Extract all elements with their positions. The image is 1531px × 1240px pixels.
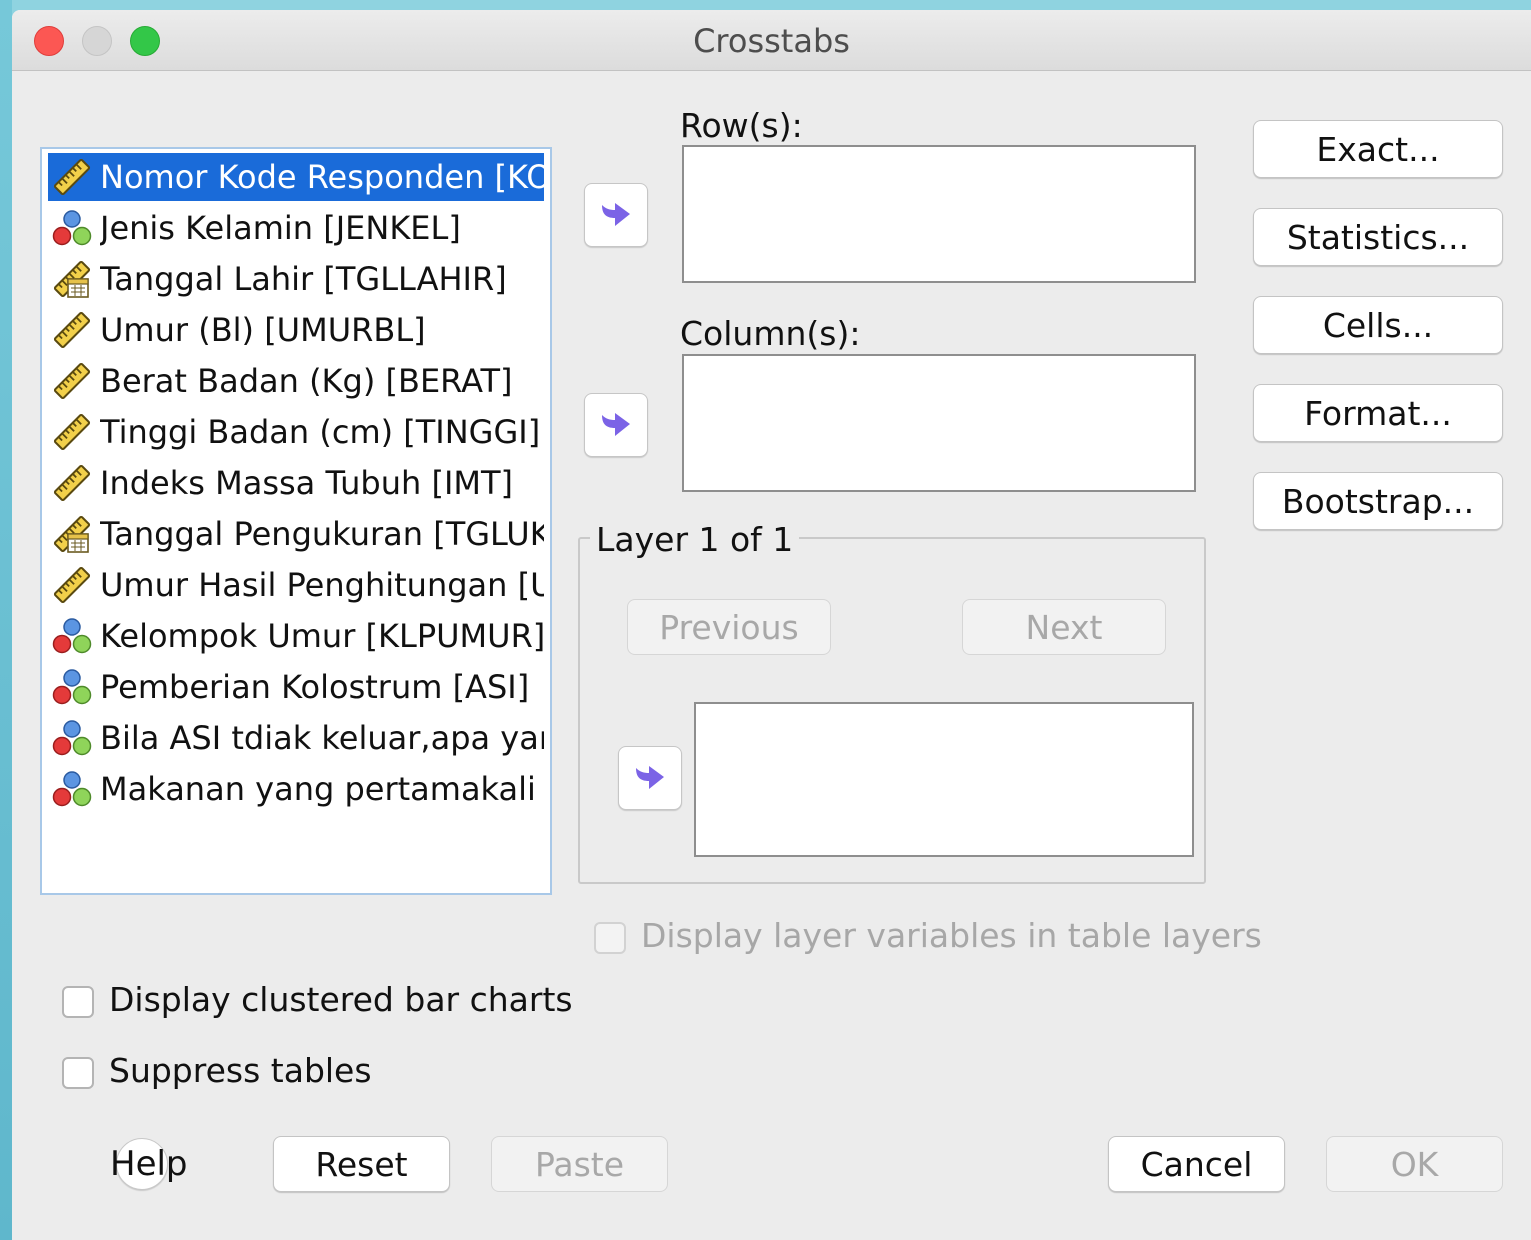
scale-ruler-icon [52,565,92,605]
variable-label: Jenis Kelamin [JENKEL] [100,209,461,247]
help-label: Help [110,1144,188,1184]
source-variable-list[interactable]: Nomor Kode Responden [KO... Jenis Kelamin… [40,147,552,895]
window-title: Crosstabs [693,22,850,60]
variable-item[interactable]: Tanggal Lahir [TGLLAHIR] [48,255,544,303]
ok-button[interactable]: OK [1326,1136,1503,1192]
variable-item[interactable]: Tanggal Pengukuran [TGLUK... [48,510,544,558]
paste-button[interactable]: Paste [491,1136,668,1192]
variable-label: Tanggal Pengukuran [TGLUK... [100,515,544,553]
suppress-tables-checkbox[interactable] [62,1057,94,1089]
next-layer-button[interactable]: Next [962,599,1166,655]
nominal-icon [52,718,92,758]
nominal-icon [52,667,92,707]
variable-label: Berat Badan (Kg) [BERAT] [100,362,513,400]
variable-label: Bila ASI tdiak keluar,apa yang... [100,719,544,757]
nominal-icon [52,769,92,809]
variable-item[interactable]: Makanan yang pertamakali di... [48,765,544,813]
variable-label: Nomor Kode Responden [KO... [100,158,544,196]
variable-item[interactable]: Bila ASI tdiak keluar,apa yang... [48,714,544,762]
display-layer-label: Display layer variables in table layers [641,916,1262,955]
format-button[interactable]: Format... [1253,384,1503,442]
bootstrap-button[interactable]: Bootstrap... [1253,472,1503,530]
variable-item[interactable]: Nomor Kode Responden [KO... [48,153,544,201]
columns-target-list[interactable] [682,354,1196,492]
nominal-icon [52,208,92,248]
variable-item[interactable]: Jenis Kelamin [JENKEL] [48,204,544,252]
right-arrow-icon [602,203,630,226]
date-ruler-icon [52,259,92,299]
rows-target-list[interactable] [682,145,1196,283]
variable-label: Umur Hasil Penghitungan [UM... [100,566,544,604]
variable-label: Umur (Bl) [UMURBL] [100,311,426,349]
reset-button[interactable]: Reset [273,1136,450,1192]
background-edge [0,0,12,1240]
variable-label: Makanan yang pertamakali di... [100,770,544,808]
titlebar: Crosstabs [12,10,1531,71]
variable-label: Kelompok Umur [KLPUMUR] [100,617,544,655]
layer-target-list[interactable] [694,702,1194,857]
variable-label: Indeks Massa Tubuh [IMT] [100,464,514,502]
cells-button[interactable]: Cells... [1253,296,1503,354]
move-to-rows-button[interactable] [584,183,648,247]
variable-label: Tanggal Lahir [TGLLAHIR] [100,260,507,298]
move-to-layer-button[interactable] [618,746,682,810]
right-arrow-icon [636,766,664,789]
date-ruler-icon [52,514,92,554]
scale-ruler-icon [52,463,92,503]
columns-label: Column(s): [680,314,861,353]
variable-item[interactable]: Pemberian Kolostrum [ASI] [48,663,544,711]
crosstabs-dialog: Crosstabs Nomor Kode Responden [KO... Jen… [12,10,1531,1240]
clustered-bar-checkbox[interactable] [62,986,94,1018]
variable-item[interactable]: Berat Badan (Kg) [BERAT] [48,357,544,405]
scale-ruler-icon [52,361,92,401]
layer-title: Layer 1 of 1 [590,520,800,559]
cancel-button[interactable]: Cancel [1108,1136,1285,1192]
variable-label: Pemberian Kolostrum [ASI] [100,668,530,706]
exact-button[interactable]: Exact... [1253,120,1503,178]
variable-label: Tinggi Badan (cm) [TINGGI] [100,413,541,451]
display-layer-checkbox[interactable] [594,922,626,954]
nominal-icon [52,616,92,656]
variable-item[interactable]: Umur Hasil Penghitungan [UM... [48,561,544,609]
statistics-button[interactable]: Statistics... [1253,208,1503,266]
rows-label: Row(s): [680,106,803,145]
variable-item[interactable]: Tinggi Badan (cm) [TINGGI] [48,408,544,456]
scale-ruler-icon [52,412,92,452]
suppress-tables-label: Suppress tables [109,1051,372,1090]
variable-item[interactable]: Indeks Massa Tubuh [IMT] [48,459,544,507]
right-arrow-icon [602,413,630,436]
variable-item[interactable]: Kelompok Umur [KLPUMUR] [48,612,544,660]
scale-ruler-icon [52,310,92,350]
previous-layer-button[interactable]: Previous [627,599,831,655]
scale-ruler-icon [52,157,92,197]
move-to-columns-button[interactable] [584,393,648,457]
clustered-bar-label: Display clustered bar charts [109,980,573,1019]
variable-item[interactable]: Umur (Bl) [UMURBL] [48,306,544,354]
